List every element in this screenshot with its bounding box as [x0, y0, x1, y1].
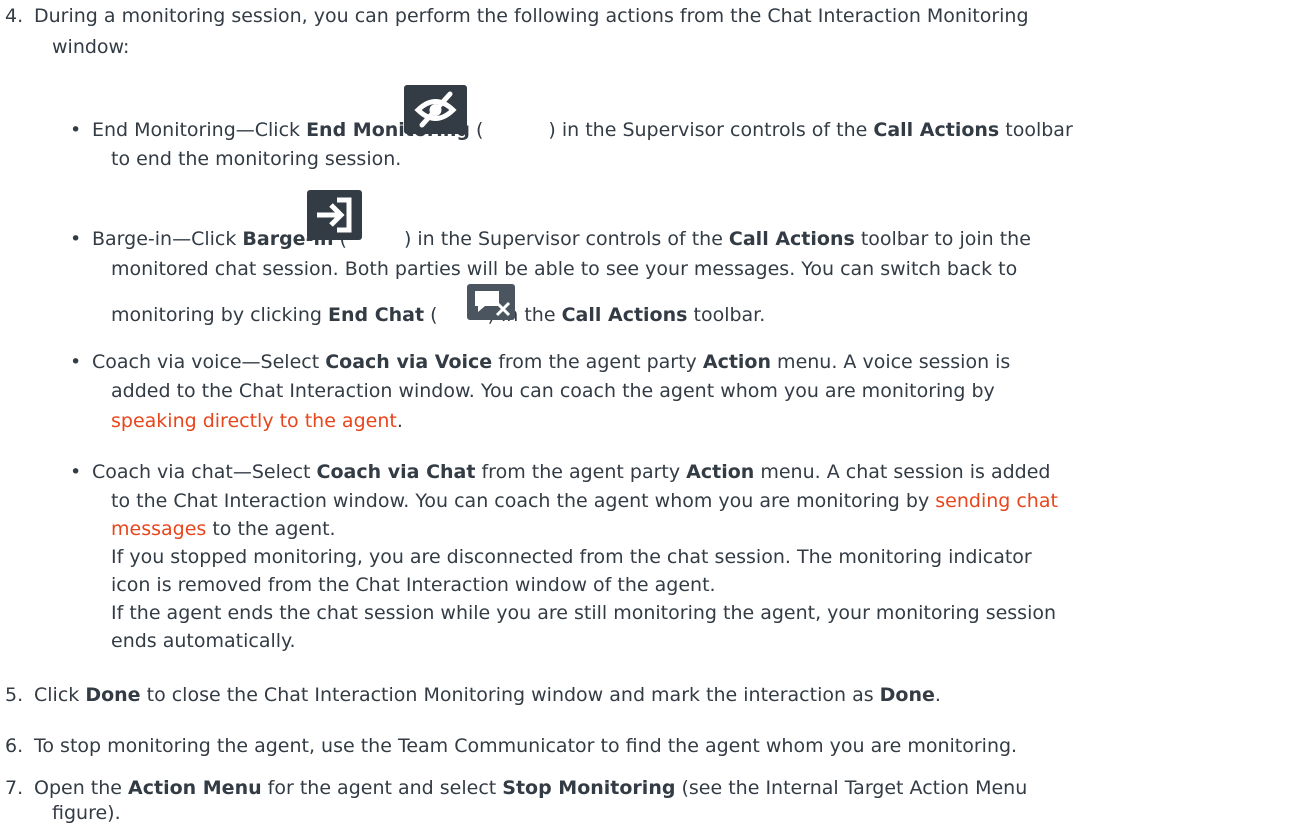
step-text: During a monitoring session, you can per… — [34, 5, 1029, 27]
link-speaking-directly[interactable]: speaking directly to the agent — [111, 410, 397, 432]
bullet: • — [70, 351, 82, 373]
step-text: Open the Action Menu for the agent and s… — [34, 777, 1028, 799]
bullet: • — [70, 119, 82, 141]
step-text-cont: window: — [52, 36, 130, 58]
end-chat-icon — [467, 284, 515, 320]
bullet-text: Coach via chat—Select Coach via Chat fro… — [92, 461, 1051, 483]
bullet-text-cont: icon is removed from the Chat Interactio… — [111, 574, 716, 596]
barge-in-icon — [307, 190, 362, 240]
bullet-text: End Monitoring—Click End Monitoring () i… — [92, 119, 1073, 141]
step-text: Click Done to close the Chat Interaction… — [34, 684, 941, 706]
step-number: 6. — [5, 735, 24, 757]
bullet-text-cont: added to the Chat Interaction window. Yo… — [111, 380, 995, 402]
bullet: • — [70, 461, 82, 483]
link-messages[interactable]: messages — [111, 518, 206, 540]
bullet-text: Coach via voice—Select Coach via Voice f… — [92, 351, 1011, 373]
bullet-text-cont: speaking directly to the agent. — [111, 410, 403, 432]
step-number: 4. — [5, 5, 24, 27]
bullet-text-cont: monitored chat session. Both parties wil… — [111, 258, 1018, 280]
bullet-text-cont: If you stopped monitoring, you are disco… — [111, 546, 1032, 568]
bullet: • — [70, 228, 82, 250]
bullet-text-cont: If the agent ends the chat session while… — [111, 602, 1057, 624]
eye-slash-icon — [404, 85, 467, 134]
step-text: To stop monitoring the agent, use the Te… — [34, 735, 1018, 757]
bullet-text-cont: to end the monitoring session. — [111, 148, 402, 170]
bullet-text-cont: to the Chat Interaction window. You can … — [111, 490, 1058, 512]
bullet-text-cont: messages to the agent. — [111, 518, 336, 540]
step-number: 5. — [5, 684, 24, 706]
bullet-text: Barge-in—Click Barge-in () in the Superv… — [92, 228, 1031, 250]
step-number: 7. — [5, 777, 24, 799]
step-text-cont: figure). — [52, 802, 121, 824]
link-sending-chat[interactable]: sending chat — [935, 490, 1058, 512]
bullet-text-cont: monitoring by clicking End Chat () in th… — [111, 304, 766, 326]
bullet-text-cont: ends automatically. — [111, 630, 296, 652]
